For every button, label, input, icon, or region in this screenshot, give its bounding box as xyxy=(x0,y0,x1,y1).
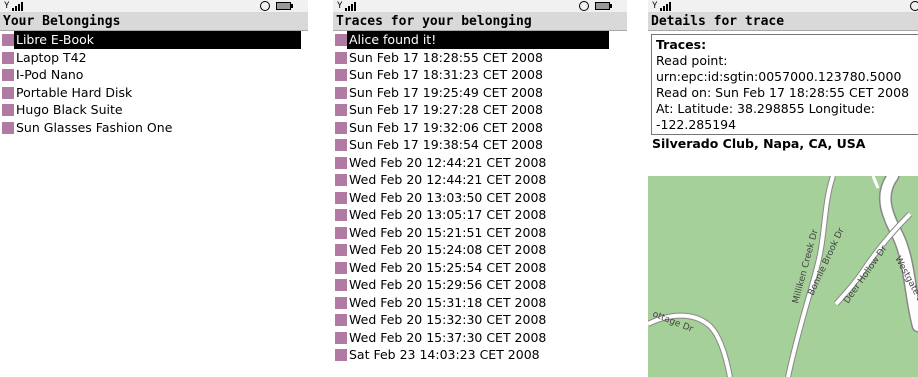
list-item[interactable]: Sun Feb 17 19:25:49 CET 2008 xyxy=(333,84,627,102)
list-item[interactable]: Sun Feb 17 18:31:23 CET 2008 xyxy=(333,66,627,84)
list-item[interactable]: Wed Feb 20 12:44:21 CET 2008 xyxy=(333,154,627,172)
page-title: Your Belongings xyxy=(0,13,308,31)
clock-icon xyxy=(579,1,589,11)
item-square-icon xyxy=(335,296,347,309)
list-item[interactable]: Wed Feb 20 15:31:18 CET 2008 xyxy=(333,294,627,312)
list-item[interactable]: Wed Feb 20 15:24:08 CET 2008 xyxy=(333,241,627,259)
map-title: Silverado Club, Napa, CA, USA xyxy=(652,136,866,151)
details-line: At: Latitude: 38.298855 Longitude: xyxy=(656,101,876,116)
status-bar: Y xyxy=(0,0,308,13)
list-item[interactable]: Portable Hard Disk xyxy=(0,84,308,102)
list-item[interactable]: Wed Feb 20 13:05:17 CET 2008 xyxy=(333,206,627,224)
item-square-icon xyxy=(335,139,347,151)
status-bar: Y xyxy=(648,0,918,13)
details-header: Traces: xyxy=(656,37,707,52)
item-square-icon xyxy=(335,209,347,221)
page-title: Traces for your belonging xyxy=(333,13,627,31)
street-label: Deer Hollow Dr xyxy=(842,244,889,306)
item-square-icon xyxy=(335,174,347,186)
item-square-icon xyxy=(335,314,347,326)
item-square-icon xyxy=(335,156,347,169)
list-item[interactable]: Wed Feb 20 15:37:30 CET 2008 xyxy=(333,329,627,347)
list-item[interactable]: Sun Glasses Fashion One xyxy=(0,119,308,137)
item-square-icon xyxy=(335,226,347,239)
item-square-icon xyxy=(335,279,347,291)
belongings-list: Libre E-Book Laptop T42 I-Pod Nano Porta… xyxy=(0,31,308,136)
belongings-screen: Y Your Belongings Libre E-Book Laptop T4… xyxy=(0,0,308,377)
trace-details-screen: Y Details for trace Traces: Read point: … xyxy=(648,0,918,377)
item-square-icon xyxy=(2,121,14,134)
item-square-icon xyxy=(335,121,347,134)
battery-icon xyxy=(276,2,293,10)
list-item[interactable]: Wed Feb 20 13:03:50 CET 2008 xyxy=(333,189,627,207)
item-square-icon xyxy=(335,331,347,344)
item-square-icon xyxy=(2,51,14,64)
list-item[interactable]: Sun Feb 17 18:28:55 CET 2008 xyxy=(333,49,627,67)
item-square-icon xyxy=(335,86,347,99)
clock-icon xyxy=(260,1,270,11)
battery-icon xyxy=(595,2,612,10)
details-line: urn:epc:id:sgtin:0057000.123780.5000 xyxy=(656,69,902,84)
list-item[interactable]: Sun Feb 17 19:32:06 CET 2008 xyxy=(333,119,627,137)
item-square-icon xyxy=(335,51,347,64)
item-square-icon xyxy=(2,86,14,99)
page-title: Details for trace xyxy=(648,13,918,31)
item-square-icon xyxy=(335,191,347,204)
list-item[interactable]: Wed Feb 20 15:29:56 CET 2008 xyxy=(333,276,627,294)
item-square-icon xyxy=(335,244,347,256)
list-item[interactable]: I-Pod Nano xyxy=(0,66,308,84)
item-square-icon xyxy=(335,34,347,46)
list-item[interactable]: Wed Feb 20 15:21:51 CET 2008 xyxy=(333,224,627,242)
item-square-icon xyxy=(335,104,347,116)
list-item[interactable]: Alice found it! xyxy=(333,31,627,49)
map-view[interactable]: Milliken Creek Dr Bonnie Brook Dr Deer H… xyxy=(648,176,918,377)
list-item[interactable]: Hugo Black Suite xyxy=(0,101,308,119)
list-item[interactable]: Wed Feb 20 15:25:54 CET 2008 xyxy=(333,259,627,277)
list-item[interactable]: Wed Feb 20 12:44:21 CET 2008 xyxy=(333,171,627,189)
details-line: Read point: xyxy=(656,53,728,68)
list-item[interactable]: Sun Feb 17 19:38:54 CET 2008 xyxy=(333,136,627,154)
list-item[interactable]: Libre E-Book xyxy=(0,31,308,49)
item-square-icon xyxy=(2,69,14,81)
list-item[interactable]: Sun Feb 17 19:27:28 CET 2008 xyxy=(333,101,627,119)
clock-icon xyxy=(910,1,918,11)
list-item[interactable]: Sat Feb 23 14:03:23 CET 2008 xyxy=(333,346,627,364)
item-square-icon xyxy=(335,261,347,274)
item-square-icon xyxy=(2,34,14,46)
traces-screen: Y Traces for your belonging Alice found … xyxy=(333,0,627,377)
list-item[interactable]: Wed Feb 20 15:32:30 CET 2008 xyxy=(333,311,627,329)
details-line: -122.285194 xyxy=(656,117,737,132)
status-bar: Y xyxy=(333,0,627,13)
traces-list: Alice found it! Sun Feb 17 18:28:55 CET … xyxy=(333,31,627,364)
trace-details-box: Traces: Read point: urn:epc:id:sgtin:005… xyxy=(651,34,918,135)
item-square-icon xyxy=(335,349,347,361)
item-square-icon xyxy=(2,104,14,116)
details-line: Read on: Sun Feb 17 18:28:55 CET 2008 xyxy=(656,85,910,100)
list-item[interactable]: Laptop T42 xyxy=(0,49,308,67)
item-square-icon xyxy=(335,69,347,81)
